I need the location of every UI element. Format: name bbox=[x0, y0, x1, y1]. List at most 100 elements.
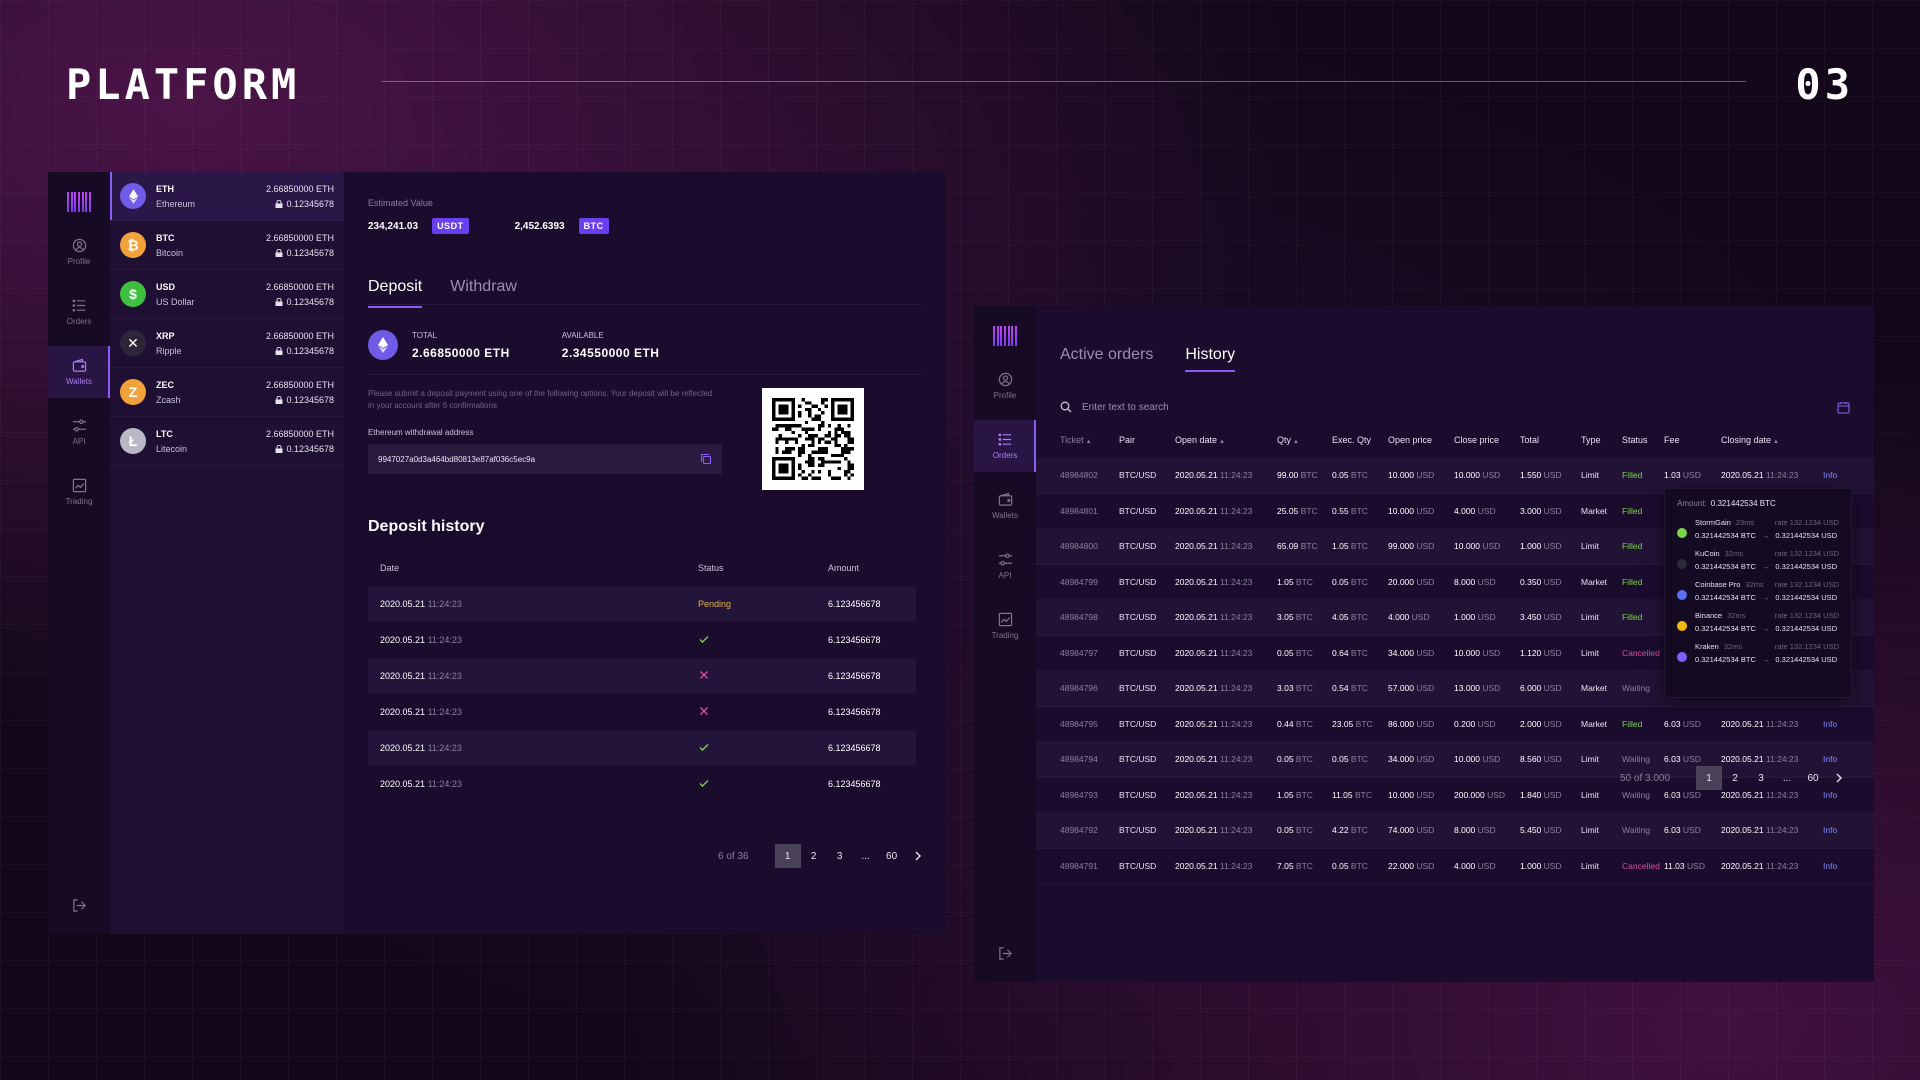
coin-balance: 2.66850000 ETH bbox=[265, 330, 334, 341]
next-page-button[interactable] bbox=[1826, 766, 1852, 790]
page-button[interactable]: 3 bbox=[827, 844, 853, 868]
cell-total: 0.350 USD bbox=[1520, 576, 1562, 587]
column-header-status: Status bbox=[1622, 435, 1648, 445]
tab-active-orders[interactable]: Active orders bbox=[1060, 346, 1153, 372]
info-link[interactable]: Info bbox=[1823, 754, 1853, 764]
table-row[interactable]: 48984795 BTC/USD 2020.05.21 11:24:23 0.4… bbox=[1036, 707, 1874, 743]
table-row: 2020.05.21 11:24:23 Pending 6.123456678 bbox=[368, 586, 916, 622]
cell-status: Filled bbox=[1622, 541, 1643, 552]
exchange-logo-icon bbox=[1677, 590, 1687, 600]
info-link[interactable]: Info bbox=[1823, 790, 1853, 800]
coin-row-usd[interactable]: $ USD US Dollar 2.66850000 ETH 0.1234567… bbox=[110, 270, 344, 319]
cell-amount: 6.123456678 bbox=[828, 635, 881, 645]
table-row[interactable]: 48984792 BTC/USD 2020.05.21 11:24:23 0.0… bbox=[1036, 813, 1874, 849]
coin-row-zec[interactable]: Z ZEC Zcash 2.66850000 ETH 0.12345678 bbox=[110, 368, 344, 417]
cell-date: 2020.05.21 11:24:23 bbox=[380, 599, 462, 609]
chart-icon bbox=[72, 478, 86, 493]
page-button[interactable]: 3 bbox=[1748, 766, 1774, 790]
cell-closing-date: 2020.05.21 11:24:23 bbox=[1721, 470, 1799, 481]
coin-name: Zcash bbox=[156, 394, 181, 405]
cell-open-price: 4.000 USD bbox=[1388, 612, 1430, 623]
info-link[interactable]: Info bbox=[1823, 719, 1853, 729]
wallet-main: Estimated Value 234,241.03 USDT 2,452.63… bbox=[344, 172, 946, 934]
page-button[interactable]: 60 bbox=[1800, 766, 1826, 790]
nav-label: Profile bbox=[993, 391, 1017, 400]
coin-locked: 0.12345678 bbox=[266, 297, 334, 307]
search-input[interactable]: Enter text to search bbox=[1082, 402, 1169, 413]
page-button[interactable]: 2 bbox=[801, 844, 827, 868]
exchange-item[interactable]: Coinbase Pro 32ms rate 132.1234 USD 0.3214… bbox=[1677, 580, 1839, 602]
logout-button[interactable] bbox=[72, 898, 87, 918]
exchange-rate: rate 132.1234 USD bbox=[1774, 518, 1839, 527]
cross-icon bbox=[700, 707, 708, 715]
coin-row-xrp[interactable]: ✕ XRP Ripple 2.66850000 ETH 0.12345678 bbox=[110, 319, 344, 368]
cell-date: 2020.05.21 11:24:23 bbox=[380, 635, 462, 645]
copy-icon[interactable] bbox=[700, 453, 712, 465]
coin-row-ltc[interactable]: Ł LTC Litecoin 2.66850000 ETH 0.12345678 bbox=[110, 417, 344, 466]
tab-history[interactable]: History bbox=[1185, 346, 1236, 372]
calendar-icon[interactable] bbox=[1837, 401, 1850, 414]
cell-exec-qty: 0.64 BTC bbox=[1332, 647, 1368, 658]
column-header-open-date[interactable]: Open date ▲ bbox=[1175, 435, 1277, 445]
exchange-item[interactable]: Kraken 32ms rate 132.1234 USD 0.321442534 … bbox=[1677, 642, 1839, 664]
chart-icon bbox=[998, 612, 1012, 627]
info-link[interactable]: Info bbox=[1823, 825, 1853, 835]
exchange-name: Binance bbox=[1695, 611, 1723, 620]
cell-qty: 0.05 BTC bbox=[1277, 825, 1313, 836]
page-header: PLATFORM 03 bbox=[66, 58, 1854, 109]
exchange-item[interactable]: StormGain 23ms rate 132.1234 USD 0.3214425… bbox=[1677, 518, 1839, 540]
exchange-item[interactable]: Binance 32ms rate 132.1234 USD 0.321442534… bbox=[1677, 611, 1839, 633]
exchange-item[interactable]: KuCoin 32ms rate 132.1234 USD 0.321442534 … bbox=[1677, 549, 1839, 571]
address-field[interactable]: 9947027a0d3a464bd80813e87af036c5ec9a bbox=[368, 444, 722, 474]
cell-ticket: 48984793 bbox=[1060, 789, 1098, 800]
coin-row-btc[interactable]: ₿ BTC Bitcoin 2.66850000 ETH 0.12345678 bbox=[110, 221, 344, 270]
exchange-details: Coinbase Pro 32ms rate 132.1234 USD 0.3214… bbox=[1695, 580, 1839, 602]
cell-qty: 1.05 BTC bbox=[1277, 576, 1313, 587]
deposit-history-table: Date Status Amount 2020.05.21 11:24:23 P… bbox=[368, 550, 916, 802]
cell-closing-date: 2020.05.21 11:24:23 bbox=[1721, 789, 1799, 800]
exchange-from: 0.321442534 BTC bbox=[1695, 624, 1756, 633]
page-button[interactable]: 60 bbox=[879, 844, 905, 868]
column-header-pair: Pair bbox=[1119, 435, 1136, 445]
info-link[interactable]: Info bbox=[1823, 470, 1853, 480]
nav-orders[interactable]: Orders bbox=[48, 292, 110, 332]
logout-button[interactable] bbox=[998, 946, 1013, 966]
nav-trading[interactable]: Trading bbox=[48, 472, 110, 512]
exchange-from: 0.321442534 BTC bbox=[1695, 593, 1756, 602]
exchange-to: 0.321442534 USD bbox=[1775, 655, 1838, 664]
nav-profile[interactable]: Profile bbox=[974, 366, 1036, 406]
coin-balance: 2.66850000 ETH bbox=[265, 183, 334, 194]
nav-api[interactable]: API bbox=[974, 546, 1036, 586]
page-button[interactable]: 1 bbox=[774, 844, 801, 868]
nav-api[interactable]: API bbox=[48, 412, 110, 452]
exchange-from: 0.321442534 BTC bbox=[1695, 562, 1756, 571]
page-button[interactable]: 1 bbox=[1696, 766, 1723, 790]
lock-icon bbox=[275, 444, 283, 453]
header-divider bbox=[382, 81, 1746, 82]
search-bar[interactable]: Enter text to search bbox=[1060, 398, 1850, 416]
column-header-ticket[interactable]: Ticket ▲ bbox=[1060, 435, 1119, 445]
balance-totals: TOTAL 2.66850000 ETH AVAILABLE 2.3455000… bbox=[368, 330, 711, 360]
nav-wallets[interactable]: Wallets bbox=[48, 346, 110, 398]
nav-trading[interactable]: Trading bbox=[974, 606, 1036, 646]
btc-value: 2,452.6393 bbox=[514, 220, 565, 232]
cell-exec-qty: 0.05 BTC bbox=[1332, 754, 1368, 765]
nav-wallets[interactable]: Wallets bbox=[974, 486, 1036, 526]
exchange-logo-icon bbox=[1677, 528, 1687, 538]
next-page-button[interactable] bbox=[905, 844, 931, 868]
cell-date: 2020.05.21 11:24:23 bbox=[380, 743, 462, 753]
table-row[interactable]: 48984791 BTC/USD 2020.05.21 11:24:23 7.0… bbox=[1036, 849, 1874, 885]
cell-status: Filled bbox=[1622, 576, 1643, 587]
nav-orders[interactable]: Orders bbox=[974, 420, 1036, 472]
nav-label: Orders bbox=[66, 317, 92, 326]
cell-amount: 6.123456678 bbox=[828, 779, 881, 789]
cell-close-price: 10.000 USD bbox=[1454, 470, 1501, 481]
coin-row-eth[interactable]: ETH Ethereum 2.66850000 ETH 0.12345678 bbox=[110, 172, 344, 221]
page-button[interactable]: 2 bbox=[1722, 766, 1748, 790]
pagination-info: 6 of 36 bbox=[718, 850, 749, 862]
column-header-closing-date[interactable]: Closing date ▲ bbox=[1721, 435, 1823, 445]
column-header-qty[interactable]: Qty ▲ bbox=[1277, 435, 1332, 445]
cell-type: Limit bbox=[1581, 825, 1599, 836]
info-link[interactable]: Info bbox=[1823, 861, 1853, 871]
nav-profile[interactable]: Profile bbox=[48, 232, 110, 272]
